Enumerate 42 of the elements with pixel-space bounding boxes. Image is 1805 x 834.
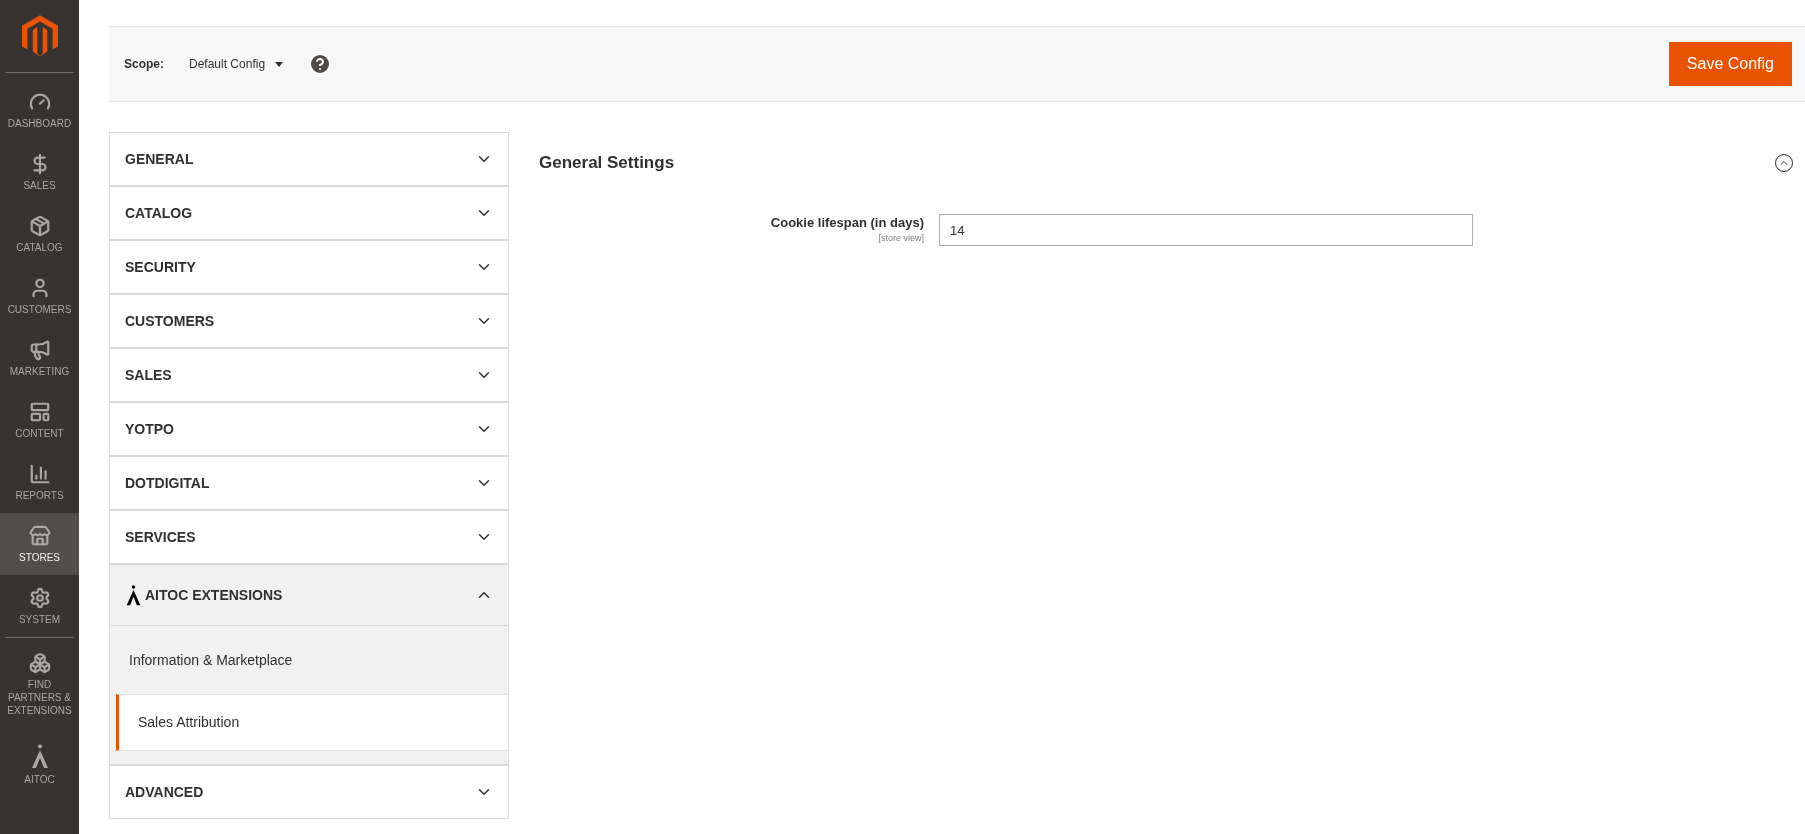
- config-subtab[interactable]: Sales Attribution: [116, 694, 508, 751]
- config-tab[interactable]: SALES: [109, 348, 509, 402]
- sidebar-item[interactable]: FIND PARTNERS & EXTENSIONS: [0, 644, 79, 725]
- bar-chart-icon: [28, 462, 51, 485]
- scope-note: [store view]: [878, 232, 924, 245]
- layout-icon: [28, 400, 51, 423]
- sidebar-item[interactable]: STORES: [0, 513, 79, 575]
- store-icon: [28, 524, 51, 547]
- sidebar-item[interactable]: REPORTS: [0, 451, 79, 513]
- section-title: General Settings: [539, 152, 675, 175]
- config-tab[interactable]: CUSTOMERS: [109, 294, 509, 348]
- megaphone-icon: [28, 338, 51, 361]
- help-icon[interactable]: [308, 52, 333, 76]
- field-label: Cookie lifespan (in days): [770, 214, 924, 232]
- config-subtab[interactable]: Information & Marketplace: [110, 626, 508, 694]
- config-tab[interactable]: AITOC EXTENSIONS: [109, 564, 509, 626]
- scope-dropdown[interactable]: Default Config: [189, 55, 284, 73]
- settings-icon: [28, 586, 51, 609]
- config-tab[interactable]: DOTDIGITAL: [109, 456, 509, 510]
- config-tab[interactable]: SERVICES: [109, 510, 509, 564]
- scope-label: Scope:: [124, 56, 164, 73]
- sidebar-item[interactable]: AITOC: [0, 733, 79, 795]
- bricks-icon: [28, 652, 51, 674]
- config-tab[interactable]: YOTPO: [109, 402, 509, 456]
- caret-icon: [275, 61, 284, 67]
- sidebar-item[interactable]: SALES: [0, 141, 79, 203]
- letter-a-icon: [29, 742, 50, 769]
- config-tab[interactable]: SECURITY: [109, 240, 509, 294]
- config-tab[interactable]: ADVANCED: [109, 765, 509, 819]
- sidebar-item[interactable]: SYSTEM: [0, 575, 79, 637]
- sidebar-item[interactable]: MARKETING: [0, 327, 79, 389]
- box-icon: [28, 214, 51, 237]
- letter-a-icon: [125, 584, 142, 606]
- sidebar-item[interactable]: CATALOG: [0, 203, 79, 265]
- save-config-button[interactable]: Save Config: [1668, 42, 1792, 86]
- config-tab[interactable]: GENERAL: [109, 132, 509, 186]
- sidebar-item[interactable]: CONTENT: [0, 389, 79, 451]
- input-field[interactable]: 14: [939, 214, 1473, 246]
- sidebar-item[interactable]: CUSTOMERS: [0, 265, 79, 327]
- sidebar-item[interactable]: DASHBOARD: [0, 79, 79, 141]
- logo-icon[interactable]: [21, 15, 58, 57]
- config-tab[interactable]: CATALOG: [109, 186, 509, 240]
